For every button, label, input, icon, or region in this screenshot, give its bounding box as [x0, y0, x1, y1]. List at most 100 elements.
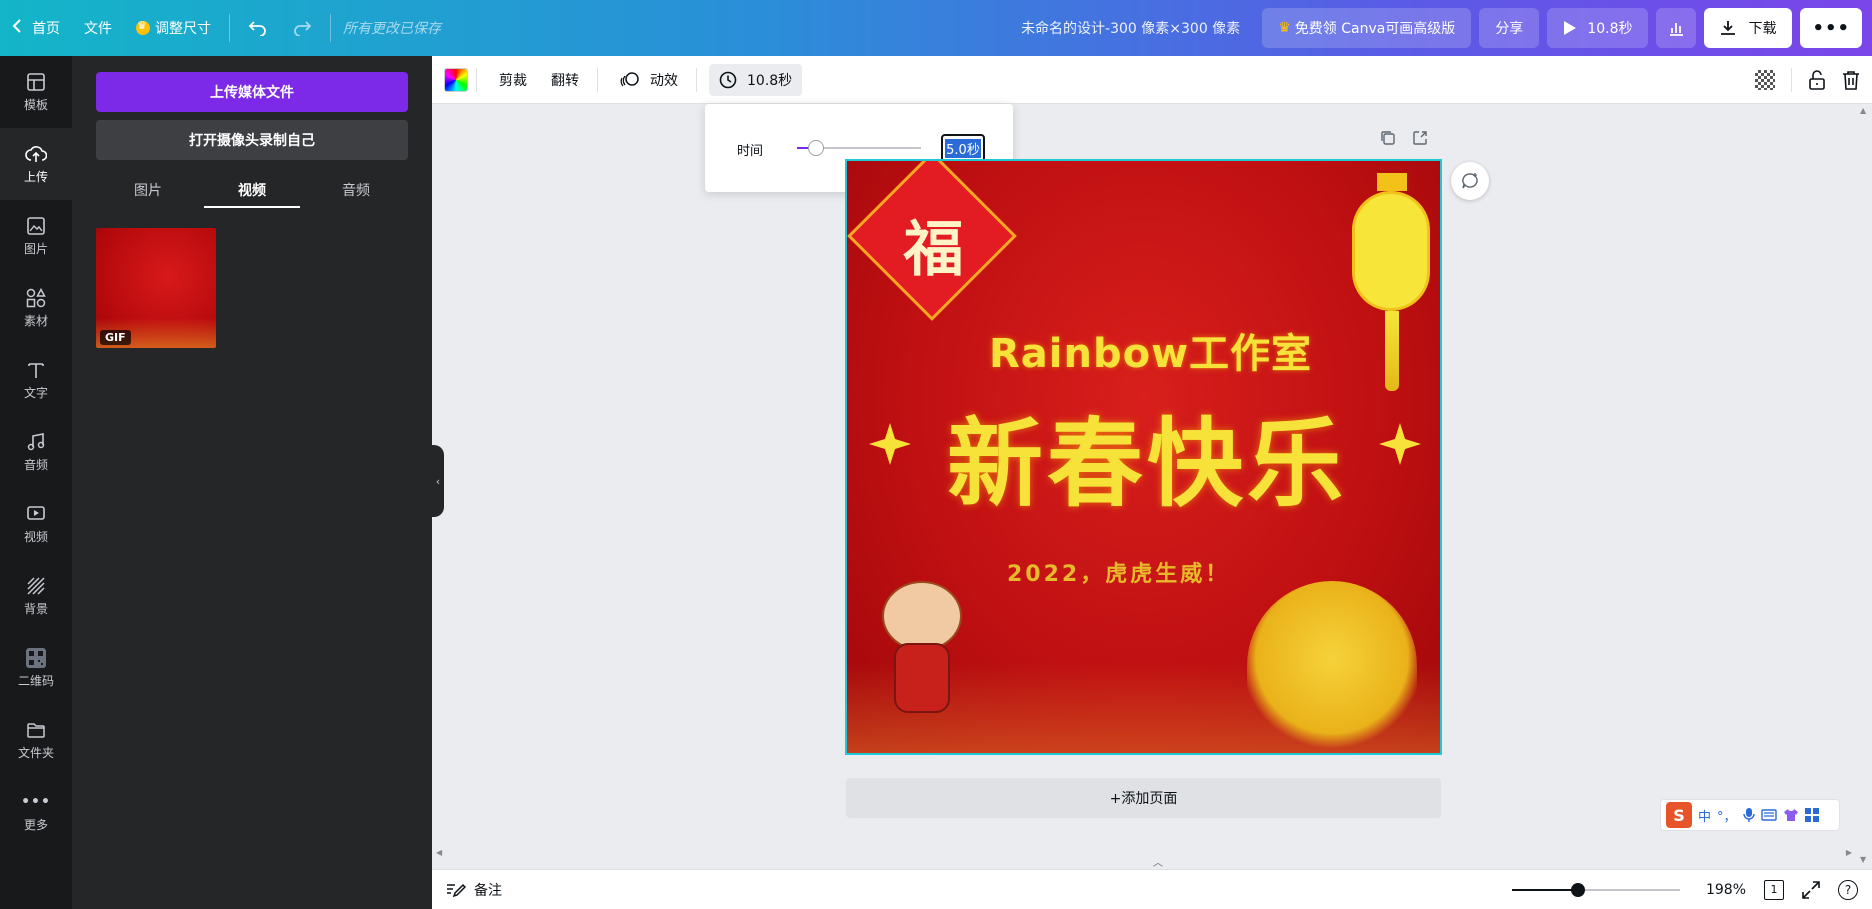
zoom-level[interactable]: 198% — [1698, 882, 1746, 898]
horizontal-scrollbar[interactable]: ◀ ▶ — [432, 848, 1856, 858]
undo-icon — [248, 21, 266, 36]
rail-label: 素材 — [23, 314, 48, 328]
clock-icon — [719, 71, 737, 88]
rail-item-qrcode[interactable]: 二维码 — [0, 632, 72, 704]
file-menu[interactable]: 文件 — [72, 8, 124, 48]
animate-button[interactable]: 动效 — [610, 64, 688, 96]
ime-mode[interactable]: 中 — [1698, 806, 1711, 825]
tab-audio[interactable]: 音频 — [304, 172, 408, 208]
left-rail: 模板 上传 图片 素材 文字 音频 视频 背景 二维码 文件夹 ••• 更多 — [0, 56, 72, 909]
scroll-left-arrow-icon[interactable]: ◀ — [436, 848, 442, 857]
duration-button[interactable]: 10.8秒 — [709, 63, 803, 96]
page-count-button[interactable]: 1 — [1764, 879, 1784, 900]
vertical-scrollbar[interactable]: ▲ ▼ — [1856, 104, 1872, 866]
duplicate-page-icon[interactable] — [1380, 130, 1396, 146]
divider — [597, 67, 598, 92]
scroll-down-arrow-icon[interactable]: ▼ — [1860, 855, 1866, 864]
insights-button[interactable] — [1656, 8, 1697, 48]
rail-item-videos[interactable]: 视频 — [0, 488, 72, 560]
uploads-panel: 上传媒体文件 打开摄像头录制自己 图片 视频 音频 GIF — [72, 56, 432, 909]
add-page-button[interactable]: +添加页面 — [846, 778, 1441, 818]
ox-figure — [872, 581, 967, 731]
expand-timeline-icon[interactable]: ︿ — [1146, 854, 1170, 869]
lantern-decoration — [1352, 191, 1430, 311]
keyboard-icon[interactable] — [1760, 809, 1777, 821]
record-camera-button[interactable]: 打开摄像头录制自己 — [96, 120, 408, 160]
elements-icon — [25, 287, 47, 309]
rail-item-text[interactable]: 文字 — [0, 344, 72, 416]
add-comment-button[interactable] — [1451, 162, 1489, 200]
gif-badge: GIF — [100, 330, 131, 345]
rail-item-templates[interactable]: 模板 — [0, 56, 72, 128]
greeting-text: 新春快乐 — [947, 407, 1347, 520]
rail-item-photos[interactable]: 图片 — [0, 200, 72, 272]
rail-item-folders[interactable]: 文件夹 — [0, 704, 72, 776]
more-options-button[interactable]: ••• — [1800, 8, 1862, 48]
divider — [330, 14, 331, 42]
timing-input[interactable]: 5.0秒 — [941, 134, 985, 162]
add-page-icon[interactable] — [1412, 130, 1428, 146]
rail-item-background[interactable]: 背景 — [0, 560, 72, 632]
help-button[interactable]: ? — [1838, 879, 1858, 900]
collapse-panel-handle[interactable]: ‹ — [432, 445, 444, 517]
document-title[interactable]: 未命名的设计-300 像素×300 像素 — [1021, 18, 1240, 38]
flip-button[interactable]: 翻转 — [541, 64, 589, 96]
rail-item-more[interactable]: ••• 更多 — [0, 776, 72, 848]
zoom-slider-knob[interactable] — [1570, 882, 1585, 897]
notes-label: 备注 — [474, 882, 502, 899]
rail-item-elements[interactable]: 素材 — [0, 272, 72, 344]
zoom-slider[interactable] — [1512, 882, 1680, 897]
rail-label: 视频 — [23, 530, 48, 544]
ime-toolbar: S 中 °， — [1660, 799, 1840, 831]
more-dots-icon: ••• — [1812, 17, 1850, 39]
rail-item-uploads[interactable]: 上传 — [0, 128, 72, 200]
animate-icon — [620, 71, 639, 86]
microphone-icon[interactable] — [1742, 807, 1755, 823]
design-canvas[interactable]: 福 Rainbow工作室 新春快乐 2022，虎虎生威！ — [845, 159, 1442, 755]
color-picker-swatch[interactable] — [444, 67, 468, 92]
rail-item-audio[interactable]: 音频 — [0, 416, 72, 488]
top-bar: 首页 文件 调整尺寸 所有更改已保存 未命名的设计-300 像素×300 像素 … — [0, 0, 1872, 56]
crown-icon — [136, 19, 150, 35]
divider — [229, 14, 230, 42]
crop-button[interactable]: 剪裁 — [489, 64, 537, 96]
notes-button[interactable]: 备注 — [432, 880, 502, 900]
play-button[interactable]: 10.8秒 — [1547, 8, 1649, 48]
toolbox-icon[interactable] — [1804, 808, 1819, 822]
download-icon — [1721, 21, 1736, 35]
skin-icon[interactable] — [1783, 808, 1799, 822]
greeting-subline: 2022，虎虎生威！ — [1007, 562, 1231, 587]
timing-slider[interactable] — [797, 140, 921, 156]
play-icon — [1564, 21, 1577, 35]
undo-button[interactable] — [236, 8, 280, 48]
uploaded-gif-thumbnail[interactable]: GIF — [96, 228, 216, 348]
transparency-icon[interactable] — [1755, 69, 1775, 90]
sogou-logo-icon[interactable]: S — [1666, 802, 1692, 828]
resize-button[interactable]: 调整尺寸 — [124, 8, 223, 48]
scroll-right-arrow-icon[interactable]: ▶ — [1846, 848, 1852, 857]
divider — [696, 67, 697, 92]
trash-icon[interactable] — [1842, 70, 1860, 90]
rail-label: 图片 — [23, 242, 48, 256]
fullscreen-icon[interactable] — [1802, 880, 1820, 899]
unlock-icon[interactable] — [1808, 69, 1826, 90]
bar-chart-icon — [1670, 23, 1684, 36]
resize-label: 调整尺寸 — [155, 21, 211, 37]
tab-videos[interactable]: 视频 — [200, 172, 304, 208]
ime-punctuation[interactable]: °， — [1717, 806, 1737, 825]
timing-slider-knob[interactable] — [807, 140, 824, 156]
redo-button[interactable] — [280, 8, 324, 48]
scroll-up-arrow-icon[interactable]: ▲ — [1860, 106, 1866, 115]
rail-label: 二维码 — [17, 674, 54, 688]
share-button[interactable]: 分享 — [1479, 8, 1540, 48]
home-button[interactable]: 首页 — [0, 8, 72, 48]
timing-value: 5.0秒 — [945, 138, 981, 158]
download-button[interactable]: 下载 — [1704, 8, 1793, 48]
tab-images[interactable]: 图片 — [96, 172, 200, 208]
folder-icon — [25, 719, 47, 741]
photo-icon — [25, 215, 47, 237]
share-label: 分享 — [1495, 21, 1524, 37]
upload-media-button[interactable]: 上传媒体文件 — [96, 72, 408, 112]
upgrade-button[interactable]: ♛ 免费领 Canva可画高级版 — [1262, 8, 1472, 48]
editor-toolbar: 剪裁 翻转 动效 10.8秒 — [432, 56, 1872, 104]
